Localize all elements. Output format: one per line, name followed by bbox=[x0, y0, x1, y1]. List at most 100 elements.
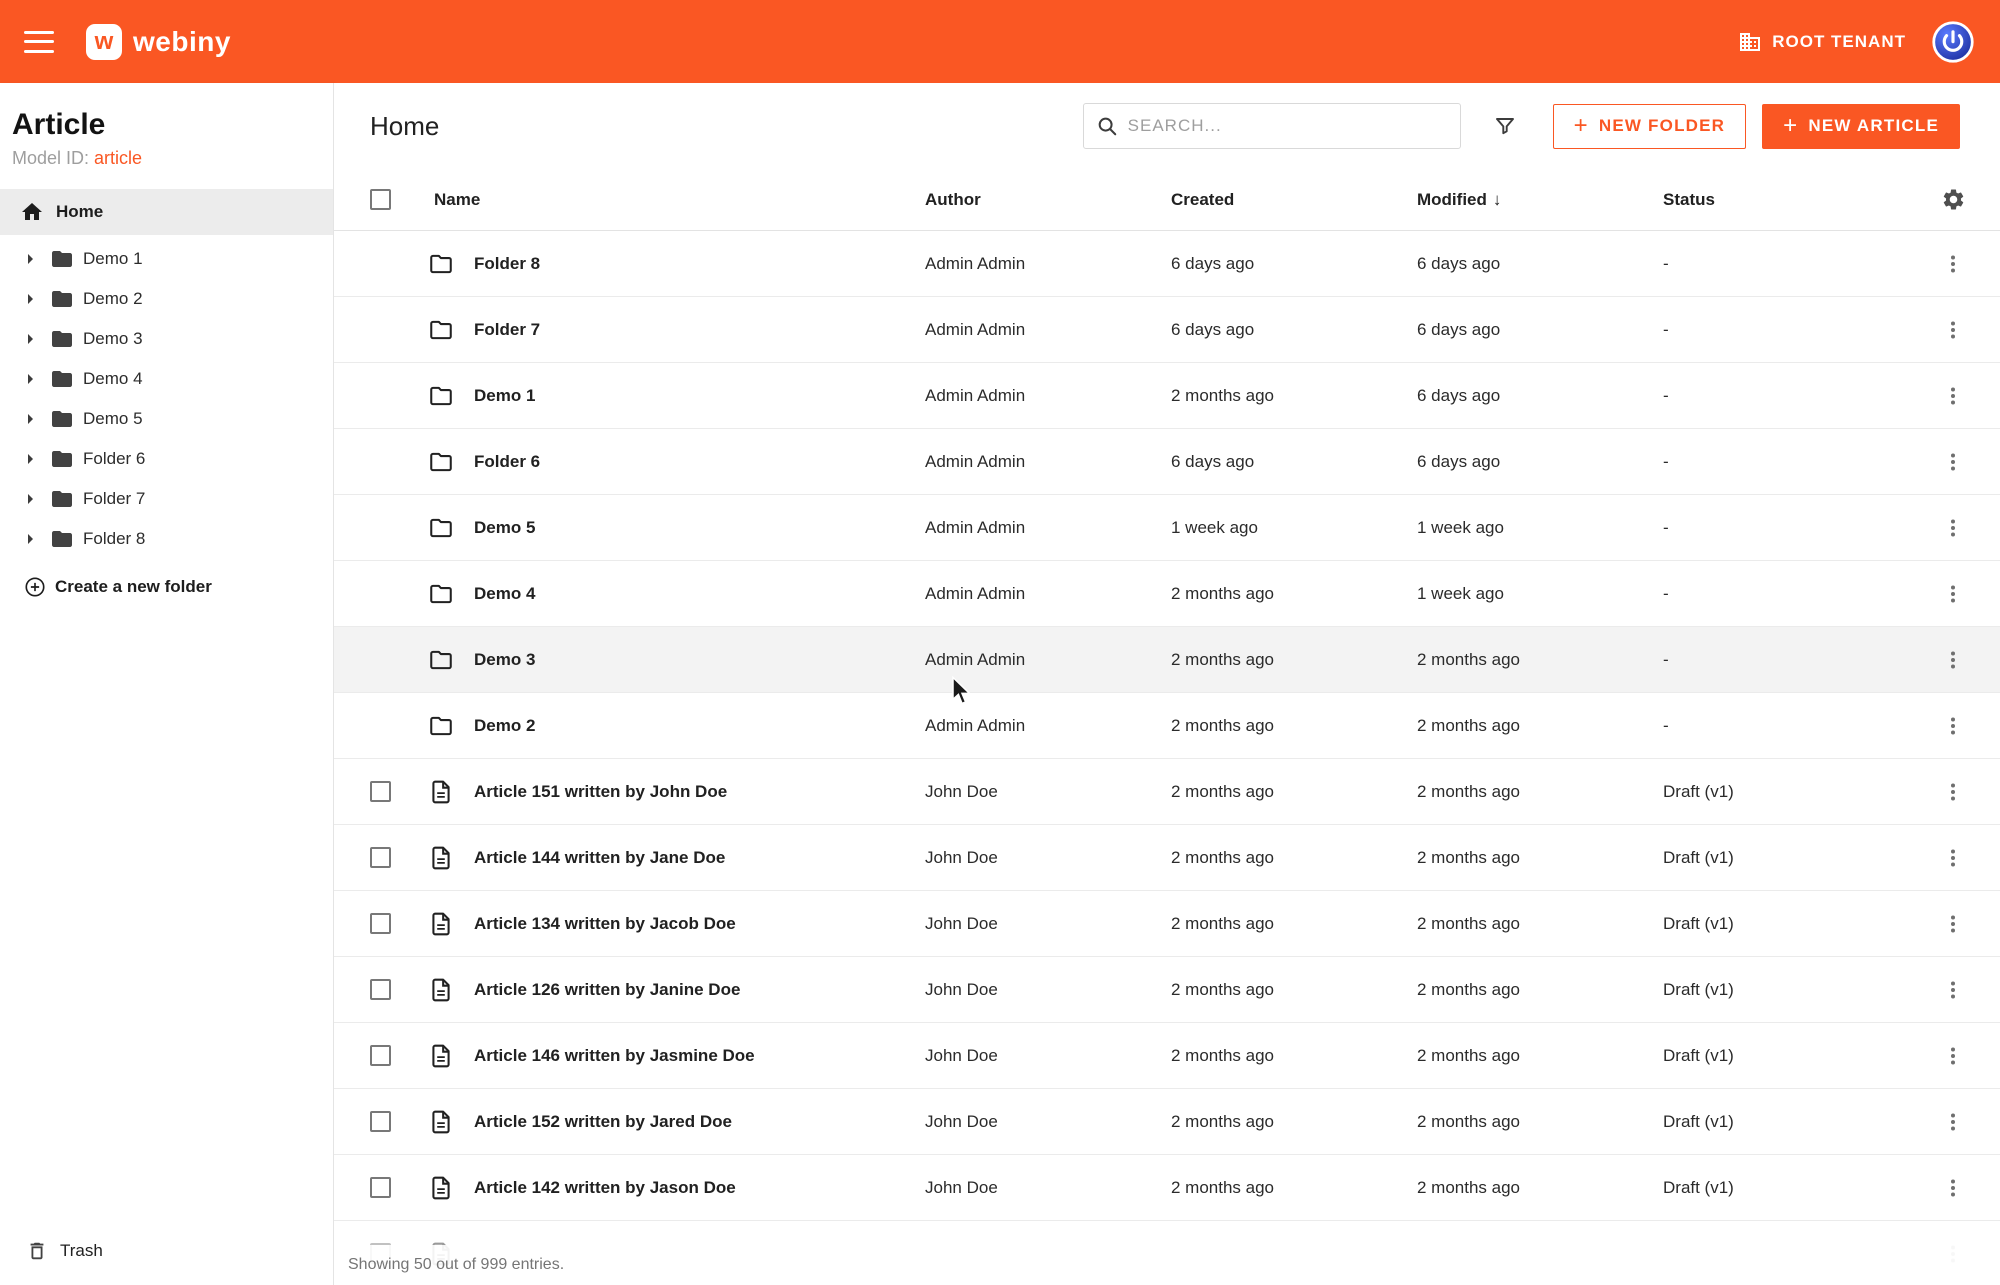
row-name-cell[interactable]: Demo 5 bbox=[474, 518, 925, 538]
row-name-cell[interactable]: Article 134 written by Jacob Doe bbox=[474, 914, 925, 934]
sidebar-item-trash[interactable]: Trash bbox=[12, 1231, 103, 1271]
circle-plus-icon bbox=[24, 576, 46, 598]
search-input[interactable] bbox=[1128, 116, 1448, 136]
kebab-menu-icon[interactable] bbox=[1941, 1110, 1965, 1134]
webiny-logo[interactable]: w webiny bbox=[86, 24, 231, 60]
sidebar-folder-item[interactable]: Folder 8 bbox=[0, 519, 333, 559]
table-row[interactable]: Demo 4 Admin Admin 2 months ago 1 week a… bbox=[334, 561, 2000, 627]
filter-button[interactable] bbox=[1489, 110, 1521, 142]
kebab-menu-icon[interactable] bbox=[1941, 318, 1965, 342]
kebab-menu-icon[interactable] bbox=[1941, 912, 1965, 936]
main-content: Home + NEW FOLDER + bbox=[334, 83, 2000, 1285]
table-row[interactable]: Demo 5 Admin Admin 1 week ago 1 week ago… bbox=[334, 495, 2000, 561]
row-name-cell[interactable]: Article 152 written by Jared Doe bbox=[474, 1112, 925, 1132]
row-checkbox-cell bbox=[370, 979, 418, 1000]
table-row[interactable]: Article 151 written by John Doe John Doe… bbox=[334, 759, 2000, 825]
table-row[interactable]: Article 152 written by Jared Doe John Do… bbox=[334, 1089, 2000, 1155]
chevron-right-icon[interactable] bbox=[18, 367, 42, 391]
sidebar-folder-item[interactable]: Demo 1 bbox=[0, 239, 333, 279]
table-row[interactable]: Folder 7 Admin Admin 6 days ago 6 days a… bbox=[334, 297, 2000, 363]
row-name-cell[interactable]: Article 146 written by Jasmine Doe bbox=[474, 1046, 925, 1066]
row-name-cell[interactable]: Folder 8 bbox=[474, 254, 925, 274]
sidebar-folder-item[interactable]: Demo 2 bbox=[0, 279, 333, 319]
kebab-menu-icon[interactable] bbox=[1941, 384, 1965, 408]
table-row[interactable]: Demo 3 Admin Admin 2 months ago 2 months… bbox=[334, 627, 2000, 693]
row-icon-cell bbox=[418, 251, 474, 277]
sidebar-folder-item[interactable]: Demo 5 bbox=[0, 399, 333, 439]
kebab-menu-icon[interactable] bbox=[1941, 1044, 1965, 1068]
kebab-menu-icon[interactable] bbox=[1941, 516, 1965, 540]
kebab-menu-icon[interactable] bbox=[1941, 252, 1965, 276]
sidebar-folder-item[interactable]: Folder 6 bbox=[0, 439, 333, 479]
row-checkbox[interactable] bbox=[370, 1045, 391, 1066]
kebab-menu-icon[interactable] bbox=[1941, 1176, 1965, 1200]
kebab-menu-icon[interactable] bbox=[1941, 978, 1965, 1002]
avatar[interactable] bbox=[1932, 21, 1974, 63]
row-name-cell[interactable]: Demo 4 bbox=[474, 584, 925, 604]
sidebar: Article Model ID: article Home Demo 1 bbox=[0, 83, 334, 1285]
row-status-badge: - bbox=[1663, 650, 1930, 670]
chevron-right-icon[interactable] bbox=[18, 327, 42, 351]
select-all-cell bbox=[370, 189, 418, 210]
row-modified: 1 week ago bbox=[1417, 584, 1663, 604]
select-all-checkbox[interactable] bbox=[370, 189, 391, 210]
gear-icon[interactable] bbox=[1941, 187, 1966, 212]
table-row[interactable]: Article 142 written by Jason Doe John Do… bbox=[334, 1155, 2000, 1221]
new-folder-button[interactable]: + NEW FOLDER bbox=[1553, 104, 1747, 149]
column-header-created[interactable]: Created bbox=[1171, 190, 1417, 210]
row-checkbox[interactable] bbox=[370, 1177, 391, 1198]
row-name-cell[interactable]: Demo 2 bbox=[474, 716, 925, 736]
table-row[interactable]: Folder 8 Admin Admin 6 days ago 6 days a… bbox=[334, 231, 2000, 297]
chevron-right-icon[interactable] bbox=[18, 447, 42, 471]
column-header-author[interactable]: Author bbox=[925, 190, 1171, 210]
sidebar-folder-item[interactable]: Demo 3 bbox=[0, 319, 333, 359]
chevron-right-icon[interactable] bbox=[18, 487, 42, 511]
sidebar-folder-label: Demo 1 bbox=[83, 249, 143, 269]
chevron-right-icon[interactable] bbox=[18, 247, 42, 271]
row-checkbox[interactable] bbox=[370, 913, 391, 934]
row-name-cell[interactable]: Demo 1 bbox=[474, 386, 925, 406]
hamburger-menu-icon[interactable] bbox=[24, 31, 54, 53]
column-header-name[interactable]: Name bbox=[418, 190, 925, 210]
row-status-badge: Draft (v1) bbox=[1663, 1178, 1930, 1198]
new-article-button[interactable]: + NEW ARTICLE bbox=[1762, 104, 1960, 149]
row-name-cell[interactable]: Demo 3 bbox=[474, 650, 925, 670]
chevron-right-icon[interactable] bbox=[18, 287, 42, 311]
table-row[interactable]: Article 146 written by Jasmine Doe John … bbox=[334, 1023, 2000, 1089]
kebab-menu-icon[interactable] bbox=[1941, 714, 1965, 738]
model-id-value[interactable]: article bbox=[94, 148, 142, 168]
column-header-status[interactable]: Status bbox=[1663, 190, 1930, 210]
sidebar-folder-item[interactable]: Folder 7 bbox=[0, 479, 333, 519]
tenant-selector[interactable]: ROOT TENANT bbox=[1738, 30, 1906, 54]
row-status-badge: - bbox=[1663, 452, 1930, 472]
chevron-right-icon[interactable] bbox=[18, 407, 42, 431]
row-name-cell[interactable]: Article 151 written by John Doe bbox=[474, 782, 925, 802]
row-name-cell[interactable]: Article 144 written by Jane Doe bbox=[474, 848, 925, 868]
table-row[interactable]: Article 144 written by Jane Doe John Doe… bbox=[334, 825, 2000, 891]
kebab-menu-icon[interactable] bbox=[1941, 450, 1965, 474]
row-checkbox[interactable] bbox=[370, 1111, 391, 1132]
table-row[interactable]: Article 134 written by Jacob Doe John Do… bbox=[334, 891, 2000, 957]
row-checkbox[interactable] bbox=[370, 979, 391, 1000]
table-row[interactable]: Article 126 written by Janine Doe John D… bbox=[334, 957, 2000, 1023]
chevron-right-icon[interactable] bbox=[18, 527, 42, 551]
sidebar-item-home[interactable]: Home bbox=[0, 189, 333, 235]
row-icon-cell bbox=[418, 779, 474, 805]
row-name-cell[interactable]: Folder 6 bbox=[474, 452, 925, 472]
tenant-label: ROOT TENANT bbox=[1772, 32, 1906, 52]
row-checkbox[interactable] bbox=[370, 847, 391, 868]
sidebar-folder-item[interactable]: Demo 4 bbox=[0, 359, 333, 399]
row-name-cell[interactable]: Article 142 written by Jason Doe bbox=[474, 1178, 925, 1198]
row-checkbox[interactable] bbox=[370, 781, 391, 802]
create-folder-button[interactable]: Create a new folder bbox=[0, 565, 333, 609]
kebab-menu-icon[interactable] bbox=[1941, 846, 1965, 870]
table-row[interactable]: Demo 1 Admin Admin 2 months ago 6 days a… bbox=[334, 363, 2000, 429]
row-name-cell[interactable]: Article 126 written by Janine Doe bbox=[474, 980, 925, 1000]
table-row[interactable]: Demo 2 Admin Admin 2 months ago 2 months… bbox=[334, 693, 2000, 759]
kebab-menu-icon[interactable] bbox=[1941, 582, 1965, 606]
table-row[interactable]: Folder 6 Admin Admin 6 days ago 6 days a… bbox=[334, 429, 2000, 495]
kebab-menu-icon[interactable] bbox=[1941, 780, 1965, 804]
column-header-modified[interactable]: Modified ↓ bbox=[1417, 190, 1663, 210]
row-name-cell[interactable]: Folder 7 bbox=[474, 320, 925, 340]
kebab-menu-icon[interactable] bbox=[1941, 648, 1965, 672]
